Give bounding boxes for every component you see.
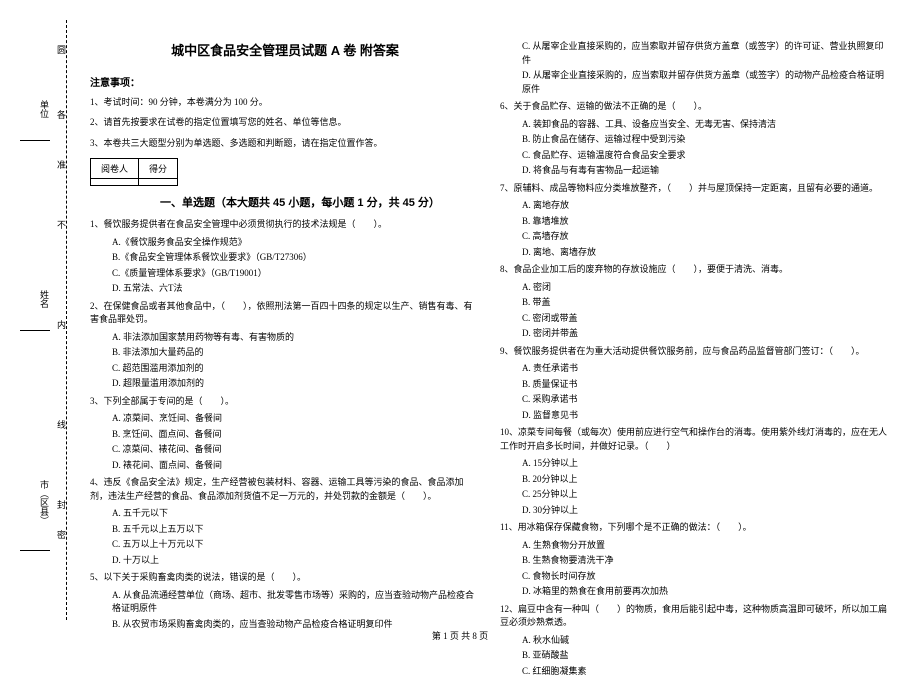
- q11-stem: 11、用冰箱保存保藏食物，下列哪个是不正确的做法：（ ）。: [500, 521, 890, 535]
- q7-opt-c: C. 高墙存放: [522, 230, 890, 244]
- q12-opt-b: B. 亚硝酸盐: [522, 649, 890, 663]
- side-label-unit: 单位: [38, 100, 51, 118]
- q2-opt-c: C. 超范围滥用添加剂的: [112, 362, 480, 376]
- cut-marker-2: 内: [55, 320, 68, 329]
- q3-opt-b: B. 烹饪间、面点间、备餐间: [112, 428, 480, 442]
- q5-stem: 5、以下关于采购畜禽肉类的说法，错误的是（ ）。: [90, 571, 480, 585]
- q11-opt-c: C. 食物长时间存放: [522, 570, 890, 584]
- q1-opt-c: C.《质量管理体系要求》（GB/T19001）: [112, 267, 480, 281]
- fill-line-3: [20, 550, 50, 551]
- notice-item: 2、请首先按要求在试卷的指定位置填写您的姓名、单位等信息。: [90, 115, 480, 129]
- cut-marker-4: 封: [55, 500, 68, 509]
- q4-stem: 4、违反《食品安全法》规定，生产经营被包装材料、容器、运输工具等污染的食品、食品…: [90, 476, 480, 503]
- q4-opt-c: C. 五万以上十万元以下: [112, 538, 480, 552]
- q10-stem: 10、凉菜专间每餐（或每次）使用前应进行空气和操作台的消毒。使用紫外线灯消毒的，…: [500, 426, 890, 453]
- q1-opt-d: D. 五常法、六T法: [112, 282, 480, 296]
- q5-opt-c: C. 从屠宰企业直接采购的，应当索取并留存供货方盖章（或签字）的许可证、营业执照…: [522, 40, 890, 67]
- q9-opt-d: D. 监督意见书: [522, 409, 890, 423]
- cut-marker-1: 不: [55, 220, 68, 229]
- notice-heading: 注意事项：: [90, 74, 480, 89]
- margin-char-2: 各: [55, 110, 68, 129]
- margin-bottom-char: 密: [55, 530, 68, 549]
- score-table: 阅卷人 得分: [90, 158, 178, 186]
- q6-opt-c: C. 食品贮存、运输温度符合食品安全要求: [522, 149, 890, 163]
- q2-opt-d: D. 超限量滥用添加剂的: [112, 377, 480, 391]
- fill-line-2: [20, 330, 50, 331]
- notice-item: 3、本卷共三大题型分别为单选题、多选题和判断题，请在指定位置作答。: [90, 136, 480, 150]
- q1-opt-a: A.《餐饮服务食品安全操作规范》: [112, 236, 480, 250]
- page-content: 城中区食品安全管理员试题 A 卷 附答案 注意事项： 1、考试时间：90 分钟，…: [0, 0, 920, 620]
- q8-opt-c: C. 密闭或带盖: [522, 312, 890, 326]
- q6-stem: 6、关于食品贮存、运输的做法不正确的是（ ）。: [500, 100, 890, 114]
- q12-opt-c: C. 红细胞凝集素: [522, 665, 890, 678]
- q12-stem: 12、扁豆中含有一种叫（ ）的物质，食用后能引起中毒，这种物质高温即可破坏，所以…: [500, 603, 890, 630]
- q4-opt-a: A. 五千元以下: [112, 507, 480, 521]
- side-label-name: 姓名: [38, 290, 51, 308]
- page-footer: 第 1 页 共 8 页: [0, 629, 920, 642]
- section-1-title: 一、单选题（本大题共 45 小题，每小题 1 分，共 45 分）: [160, 194, 480, 210]
- q6-opt-b: B. 防止食品在储存、运输过程中受到污染: [522, 133, 890, 147]
- q6-opt-d: D. 将食品与有毒有害物品一起运输: [522, 164, 890, 178]
- q9-opt-c: C. 采购承诺书: [522, 393, 890, 407]
- q10-opt-d: D. 30分钟以上: [522, 504, 890, 518]
- q4-opt-b: B. 五千元以上五万以下: [112, 523, 480, 537]
- q10-opt-c: C. 25分钟以上: [522, 488, 890, 502]
- margin-top-char: 圆: [55, 45, 68, 64]
- q3-opt-a: A. 凉菜间、烹饪间、备餐间: [112, 412, 480, 426]
- binding-margin: 圆 各 准 单位 姓名 市（区县） 不 内 线 封 密: [0, 0, 75, 650]
- q1-stem: 1、餐饮服务提供者在食品安全管理中必须贯彻执行的技术法规是（ ）。: [90, 218, 480, 232]
- fill-line-1: [20, 140, 50, 141]
- q7-opt-d: D. 离地、离墙存放: [522, 246, 890, 260]
- q6-opt-a: A. 装卸食品的容器、工具、设备应当安全、无毒无害、保持清洁: [522, 118, 890, 132]
- q8-opt-d: D. 密闭并带盖: [522, 327, 890, 341]
- q2-stem: 2、在保健食品或者其他食品中，（ ），依照刑法第一百四十四条的规定以生产、销售有…: [90, 300, 480, 327]
- q2-opt-b: B. 非法添加大量药品的: [112, 346, 480, 360]
- cut-marker-3: 线: [55, 420, 68, 429]
- notice-item: 1、考试时间：90 分钟，本卷满分为 100 分。: [90, 95, 480, 109]
- q7-opt-a: A. 离地存放: [522, 199, 890, 213]
- q9-opt-a: A. 责任承诺书: [522, 362, 890, 376]
- q5-opt-a: A. 从食品流通经营单位（商场、超市、批发零售市场等）采购的，应当查验动物产品检…: [112, 589, 480, 616]
- q1-opt-b: B.《食品安全管理体系餐饮业要求》（GB/T27306）: [112, 251, 480, 265]
- q3-stem: 3、下列全部属于专间的是（ ）。: [90, 395, 480, 409]
- q5-opt-d: D. 从屠宰企业直接采购的，应当索取并留存供货方盖章（或签字）的动物产品检疫合格…: [522, 69, 890, 96]
- q11-opt-b: B. 生熟食物要清洗干净: [522, 554, 890, 568]
- q4-opt-d: D. 十万以上: [112, 554, 480, 568]
- q8-opt-b: B. 带盖: [522, 296, 890, 310]
- left-column: 城中区食品安全管理员试题 A 卷 附答案 注意事项： 1、考试时间：90 分钟，…: [80, 10, 490, 620]
- q2-opt-a: A. 非法添加国家禁用药物等有毒、有害物质的: [112, 331, 480, 345]
- q3-opt-c: C. 凉菜间、裱花间、备餐间: [112, 443, 480, 457]
- side-label-city: 市（区县）: [38, 480, 51, 525]
- q7-stem: 7、原辅料、成品等物料应分类堆放整齐，（ ）并与屋顶保持一定距离，且留有必要的通…: [500, 182, 890, 196]
- q9-stem: 9、餐饮服务提供者在为重大活动提供餐饮服务前，应与食品药品监督管部门签订：（ ）…: [500, 345, 890, 359]
- q10-opt-a: A. 15分钟以上: [522, 457, 890, 471]
- q8-opt-a: A. 密闭: [522, 281, 890, 295]
- q8-stem: 8、食品企业加工后的废弃物的存放设施应（ ），要便于清洗、消毒。: [500, 263, 890, 277]
- q3-opt-d: D. 裱花间、面点间、备餐间: [112, 459, 480, 473]
- exam-title: 城中区食品安全管理员试题 A 卷 附答案: [90, 40, 480, 59]
- q11-opt-a: A. 生熟食物分开放置: [522, 539, 890, 553]
- q11-opt-d: D. 冰箱里的熟食在食用前要再次加热: [522, 585, 890, 599]
- q7-opt-b: B. 靠墙堆放: [522, 215, 890, 229]
- right-column: C. 从屠宰企业直接采购的，应当索取并留存供货方盖章（或签字）的许可证、营业执照…: [490, 10, 900, 620]
- score-header-reviewer: 阅卷人: [91, 159, 139, 179]
- q10-opt-b: B. 20分钟以上: [522, 473, 890, 487]
- score-cell: [91, 179, 139, 186]
- score-cell: [139, 179, 178, 186]
- q9-opt-b: B. 质量保证书: [522, 378, 890, 392]
- score-header-score: 得分: [139, 159, 178, 179]
- margin-char-3: 准: [55, 160, 68, 179]
